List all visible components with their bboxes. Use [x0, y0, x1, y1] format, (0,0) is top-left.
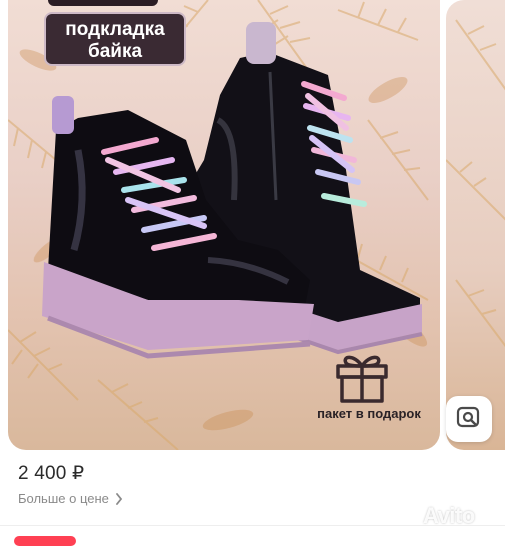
visual-search-button[interactable] — [446, 396, 492, 442]
gift-icon — [336, 355, 388, 403]
product-photo[interactable]: подкладка байка пакет в подарок — [8, 0, 440, 450]
feature-badge: подкладка байка — [44, 12, 186, 66]
badge-line-2: байка — [87, 41, 143, 62]
chevron-right-icon — [115, 492, 123, 505]
avito-logo-icon — [400, 508, 417, 525]
next-photo-preview[interactable] — [446, 0, 505, 450]
price-details-label: Больше о цене — [18, 491, 109, 506]
bottom-action-button[interactable] — [14, 536, 76, 546]
price: 2 400 ₽ — [18, 463, 85, 484]
avito-wordmark: Avito — [423, 503, 475, 528]
avito-watermark: Avito — [398, 503, 475, 529]
gift-label: пакет в подарок — [317, 406, 421, 421]
price-details-link[interactable]: Больше о цене — [18, 491, 123, 506]
image-search-icon — [456, 406, 480, 428]
badge-top-strip — [48, 0, 158, 6]
next-photo-artwork — [446, 19, 505, 347]
badge-line-1: подкладка — [65, 19, 165, 40]
